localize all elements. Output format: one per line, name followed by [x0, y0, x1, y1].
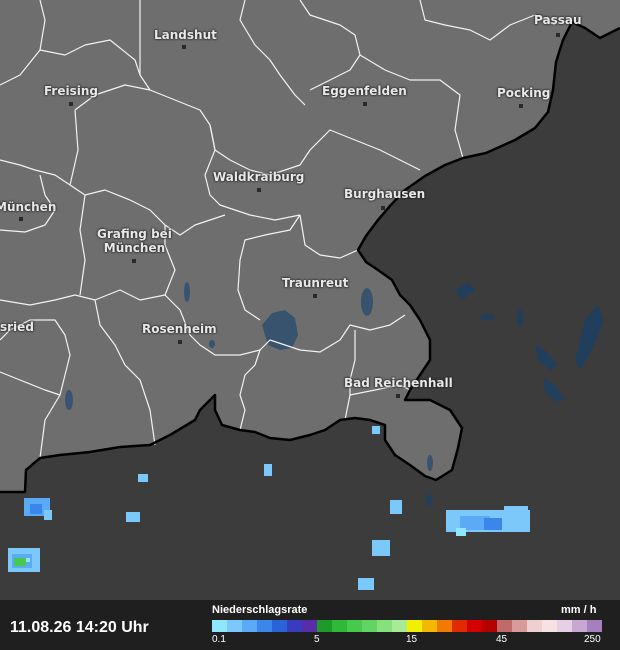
city-marker-burghausen	[381, 206, 385, 210]
legend-swatch	[512, 620, 527, 632]
city-marker-muenchen	[19, 217, 23, 221]
timestamp-label: 11.08.26 14:20 Uhr	[10, 619, 149, 636]
legend-swatch	[452, 620, 467, 632]
legend-swatch	[572, 620, 587, 632]
legend-swatch	[302, 620, 317, 632]
city-label-rosenheim: Rosenheim	[142, 322, 217, 336]
legend-swatch	[347, 620, 362, 632]
legend-swatch	[407, 620, 422, 632]
city-label-eggenfelden: Eggenfelden	[322, 84, 407, 98]
city-label-muenchen: München	[0, 200, 57, 214]
city-label-freising: Freising	[44, 84, 98, 98]
legend-swatch	[482, 620, 497, 632]
legend-swatch	[497, 620, 512, 632]
legend-swatch	[257, 620, 272, 632]
legend-color-scale	[212, 620, 602, 632]
city-label-waldkraiburg: Waldkraiburg	[213, 170, 305, 184]
legend-tick-15: 15	[406, 634, 418, 645]
legend-swatch	[587, 620, 602, 632]
legend-swatch	[437, 620, 452, 632]
legend-swatch	[272, 620, 287, 632]
legend-swatch	[542, 620, 557, 632]
city-label-burghausen: Burghausen	[344, 187, 426, 201]
legend-swatch	[242, 620, 257, 632]
city-label-traunreut: Traunreut	[282, 276, 349, 290]
legend-swatch	[377, 620, 392, 632]
city-marker-grafing	[132, 259, 136, 263]
city-label-landshut: Landshut	[154, 28, 217, 42]
legend-unit: mm / h	[561, 604, 597, 616]
city-label-bad-reichenhall: Bad Reichenhall	[344, 376, 453, 390]
city-label-grafing: Grafing bei München	[97, 227, 172, 255]
city-marker-freising	[69, 102, 73, 106]
legend-swatch	[527, 620, 542, 632]
city-marker-landshut	[182, 45, 186, 49]
legend-swatch	[422, 620, 437, 632]
city-marker-eggenfelden	[363, 102, 367, 106]
legend-swatch	[317, 620, 332, 632]
city-label-sried: sried	[0, 320, 34, 334]
legend-swatch	[362, 620, 377, 632]
city-marker-pocking	[519, 104, 523, 108]
legend-swatch	[227, 620, 242, 632]
legend-tick-0-1: 0.1	[212, 634, 226, 645]
legend-swatch	[212, 620, 227, 632]
legend-title: Niederschlagsrate	[212, 604, 308, 616]
legend-swatch	[332, 620, 347, 632]
legend-swatch	[287, 620, 302, 632]
city-marker-passau	[556, 33, 560, 37]
legend-swatch	[467, 620, 482, 632]
legend-swatch	[557, 620, 572, 632]
legend-tick-5: 5	[314, 634, 320, 645]
radar-map-view: Landshut Passau Freising Eggenfelden Poc…	[0, 0, 620, 650]
legend-swatch	[392, 620, 407, 632]
legend-tick-250: 250	[584, 634, 601, 645]
city-marker-rosenheim	[178, 340, 182, 344]
city-marker-bad-reichenhall	[396, 394, 400, 398]
precip-cell-east	[446, 506, 530, 536]
city-label-passau: Passau	[534, 13, 582, 27]
city-label-pocking: Pocking	[497, 86, 551, 100]
city-marker-waldkraiburg	[257, 188, 261, 192]
legend-tick-45: 45	[496, 634, 508, 645]
city-marker-traunreut	[313, 294, 317, 298]
